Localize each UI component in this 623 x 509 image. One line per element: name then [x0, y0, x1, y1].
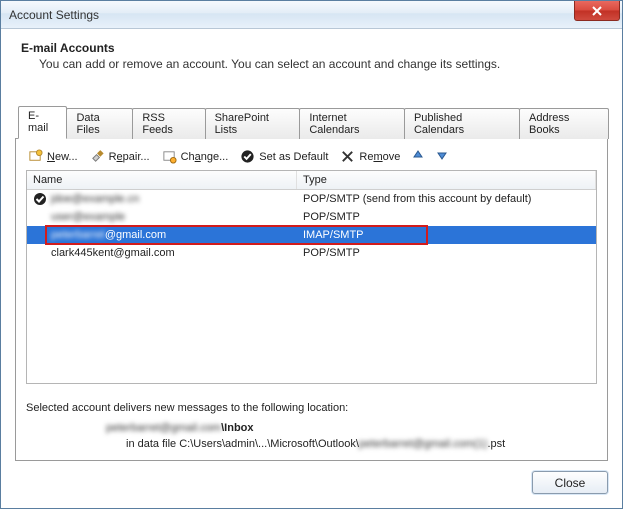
delivery-datafile: in data file C:\Users\admin\...\Microsof…	[26, 438, 597, 450]
account-name: jdoe@example.cn	[51, 193, 139, 205]
delivery-intro: Selected account delivers new messages t…	[26, 402, 597, 414]
tab-email[interactable]: E-mail	[18, 106, 67, 139]
new-button[interactable]: New...	[28, 149, 78, 164]
tab-published-calendars[interactable]: Published Calendars	[404, 108, 520, 139]
heading-title: E-mail Accounts	[21, 41, 602, 55]
account-type: POP/SMTP	[297, 246, 596, 260]
tab-rss-feeds[interactable]: RSS Feeds	[132, 108, 205, 139]
account-name: user@example	[51, 211, 125, 223]
column-type[interactable]: Type	[297, 171, 596, 189]
set-default-button[interactable]: Set as Default	[240, 149, 328, 164]
move-down-button[interactable]	[436, 149, 448, 164]
window-close-button[interactable]	[574, 1, 620, 21]
listview-header: Name Type	[27, 171, 596, 190]
move-up-button[interactable]	[412, 149, 424, 164]
account-type: POP/SMTP (send from this account by defa…	[297, 192, 596, 206]
new-icon	[28, 149, 43, 164]
remove-button[interactable]: Remove	[340, 149, 400, 164]
listview-body: jdoe@example.cn POP/SMTP (send from this…	[27, 190, 596, 262]
repair-icon	[90, 149, 105, 164]
account-row[interactable]: clark445kent@gmail.com POP/SMTP	[27, 244, 596, 262]
remove-icon	[340, 149, 355, 164]
tab-page-email: New... Repair... Change...	[15, 138, 608, 461]
arrow-up-icon	[412, 149, 424, 164]
tab-data-files[interactable]: Data Files	[66, 108, 133, 139]
tabstrip: E-mail Data Files RSS Feeds SharePoint L…	[15, 105, 608, 138]
default-check-icon	[33, 192, 47, 206]
dialog-footer: Close	[15, 461, 608, 494]
repair-button[interactable]: Repair...	[90, 149, 150, 164]
heading-block: E-mail Accounts You can add or remove an…	[15, 41, 608, 83]
account-type: POP/SMTP	[297, 210, 596, 224]
close-button[interactable]: Close	[532, 471, 608, 494]
delivery-folder: peterbarret@gmail.com\Inbox	[26, 422, 597, 434]
account-type: IMAP/SMTP	[297, 228, 596, 242]
account-row[interactable]: user@example POP/SMTP	[27, 208, 596, 226]
close-icon	[592, 6, 602, 16]
change-icon	[162, 149, 177, 164]
titlebar: Account Settings	[1, 1, 622, 29]
account-row-selected[interactable]: peterbarret@gmail.com IMAP/SMTP	[27, 226, 596, 244]
tab-internet-calendars[interactable]: Internet Calendars	[299, 108, 405, 139]
account-name: peterbarret@gmail.com	[51, 229, 166, 241]
account-row[interactable]: jdoe@example.cn POP/SMTP (send from this…	[27, 190, 596, 208]
tab-sharepoint-lists[interactable]: SharePoint Lists	[205, 108, 301, 139]
change-button[interactable]: Change...	[162, 149, 229, 164]
check-circle-icon	[240, 149, 255, 164]
tab-address-books[interactable]: Address Books	[519, 108, 609, 139]
window-title: Account Settings	[9, 8, 99, 22]
accounts-listview: Name Type jdoe@example.cn POP/SMTP (send…	[26, 170, 597, 384]
heading-subtitle: You can add or remove an account. You ca…	[39, 57, 602, 71]
dialog-body: E-mail Accounts You can add or remove an…	[1, 29, 622, 508]
account-name: clark445kent@gmail.com	[51, 247, 175, 259]
arrow-down-icon	[436, 149, 448, 164]
delivery-location-block: Selected account delivers new messages t…	[26, 402, 597, 450]
column-name[interactable]: Name	[27, 171, 297, 189]
account-settings-window: Account Settings E-mail Accounts You can…	[0, 0, 623, 509]
toolbar: New... Repair... Change...	[26, 147, 597, 170]
